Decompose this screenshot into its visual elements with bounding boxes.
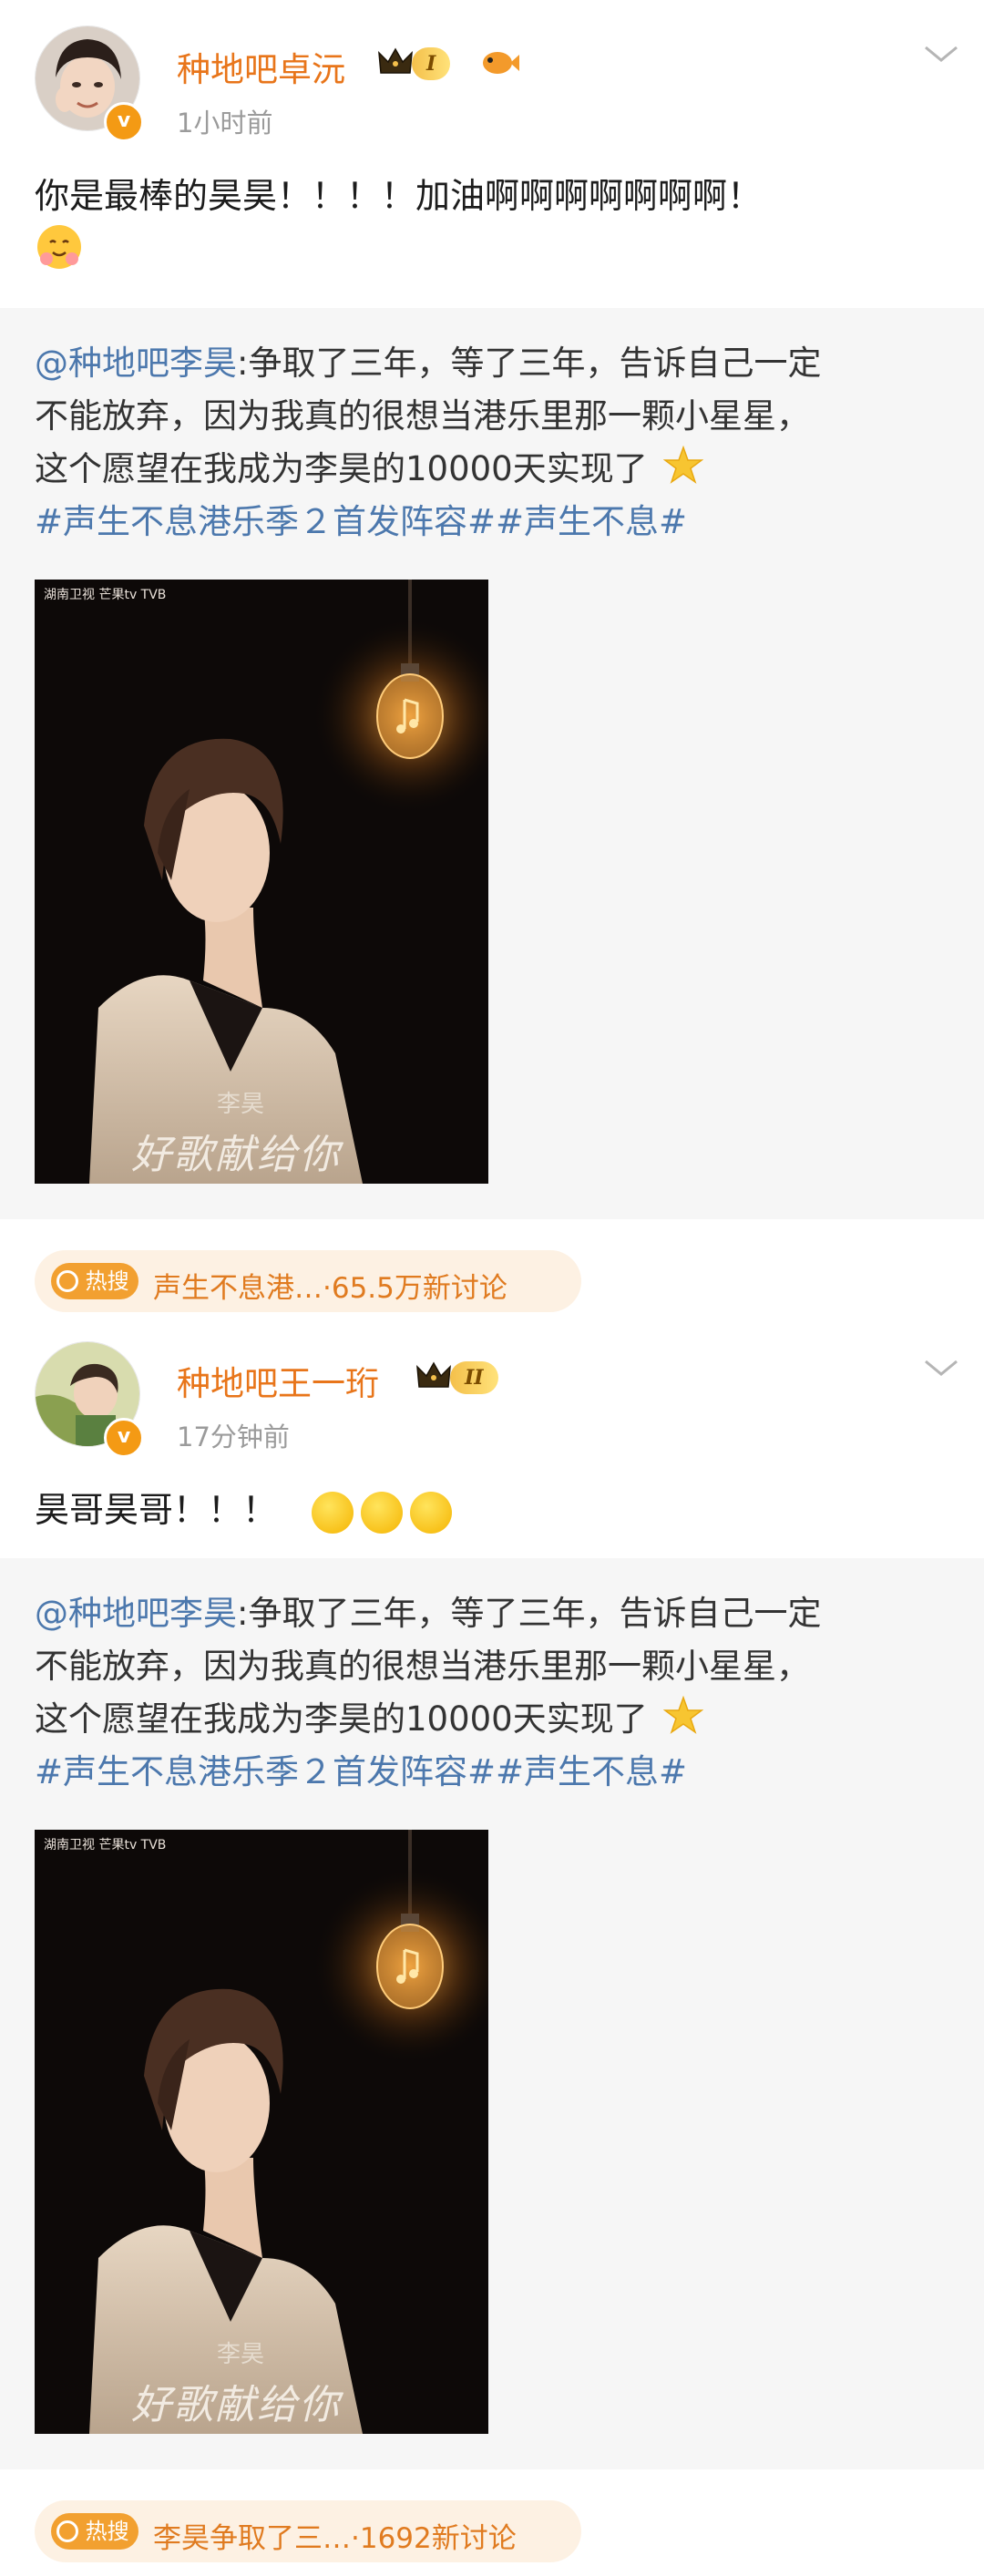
post-text-content: 你是最棒的昊昊！！！！加油啊啊啊啊啊啊啊！: [35, 176, 763, 216]
post-text-content: 昊哥昊哥！！！: [35, 1490, 278, 1530]
repost-card[interactable]: @种地吧李昊:争取了三年，等了三年，告诉自己一定 不能放弃，因为我真的很想当港乐…: [0, 1558, 984, 2469]
weibo-post-1: v 种地吧卓沅 I 1小时前 你是最棒的昊昊！！！！加油啊啊啊啊啊啊啊！ @种地…: [0, 0, 984, 1312]
poster-slogan: 好歌献给你: [131, 2382, 341, 2428]
hot-search-text: 声生不息港…·65.5万新讨论: [153, 1272, 507, 1305]
hashtag-links[interactable]: #声生不息港乐季２首发阵容##声生不息#: [35, 1744, 687, 1793]
user-level-badge: II: [450, 1361, 498, 1394]
repost-line-3: 这个愿望在我成为李昊的10000天实现了: [35, 1691, 704, 1740]
post-text: 你是最棒的昊昊！！！！加油啊啊啊啊啊啊啊！: [35, 168, 762, 218]
poster-channel-logos: 湖南卫视 芒果tv TVB: [44, 588, 167, 602]
poster-image[interactable]: 湖南卫视 芒果tv TVB 李昊 好歌献给你: [35, 580, 488, 1184]
hot-search-text: 李昊争取了三…·1692新讨论: [153, 2522, 517, 2555]
post-timestamp: 17分钟前: [177, 1421, 290, 1452]
repost-text-3: 这个愿望在我成为李昊的10000天实现了: [35, 1699, 648, 1739]
repost-line-3: 这个愿望在我成为李昊的10000天实现了: [35, 441, 704, 490]
weibo-post-2: v 种地吧王一珩 II 17分钟前 昊哥昊哥！！！ @种地吧李昊:争取了三年，等…: [0, 1332, 984, 2576]
hot-search-badge-label: 热搜: [85, 1268, 129, 1294]
repost-line-2: 不能放弃，因为我真的很想当港乐里那一颗小星星，: [35, 396, 810, 436]
chevron-down-icon[interactable]: [922, 1356, 960, 1380]
verified-badge-icon: v: [104, 1418, 144, 1458]
repost-line-2: 不能放弃，因为我真的很想当港乐里那一颗小星星，: [35, 1647, 810, 1686]
poster-name: 李昊: [217, 1091, 265, 1118]
username[interactable]: 种地吧卓沅: [177, 42, 345, 91]
crown-icon: [378, 47, 413, 74]
repost-text-1: :争取了三年，等了三年，告诉自己一定: [237, 344, 822, 383]
heart-face-emoji-icon: [361, 1491, 404, 1534]
heart-face-emoji-icon: [410, 1491, 453, 1534]
hashtag-links[interactable]: #声生不息港乐季２首发阵容##声生不息#: [35, 494, 687, 543]
repost-text-1: :争取了三年，等了三年，告诉自己一定: [237, 1594, 822, 1633]
user-level-badge: I: [412, 47, 451, 80]
hot-search-badge: 热搜: [51, 1263, 138, 1299]
sparkle-star-icon: [663, 1695, 704, 1734]
sparkle-star-icon: [663, 445, 704, 484]
fish-emblem-icon: [483, 52, 519, 74]
mention-link[interactable]: @种地吧李昊: [35, 344, 237, 383]
post-timestamp: 1小时前: [177, 108, 273, 139]
mention-link[interactable]: @种地吧李昊: [35, 1594, 237, 1633]
chevron-down-icon[interactable]: [922, 42, 960, 66]
poster-channel-logos: 湖南卫视 芒果tv TVB: [44, 1838, 167, 1852]
repost-line-1: @种地吧李昊:争取了三年，等了三年，告诉自己一定: [35, 1586, 821, 1635]
hot-search-badge-label: 热搜: [85, 2519, 129, 2544]
hug-emoji-icon: [37, 225, 81, 269]
hot-search-icon: [56, 2520, 78, 2542]
hot-search-chip[interactable]: 热搜 李昊争取了三…·1692新讨论: [35, 2500, 581, 2562]
poster-image[interactable]: 湖南卫视 芒果tv TVB 李昊 好歌献给你: [35, 1830, 488, 2434]
verified-badge-icon: v: [104, 102, 144, 142]
hot-search-chip[interactable]: 热搜 声生不息港…·65.5万新讨论: [35, 1250, 581, 1312]
hot-search-icon: [56, 1270, 78, 1292]
hot-search-badge: 热搜: [51, 2513, 138, 2550]
repost-card[interactable]: @种地吧李昊:争取了三年，等了三年，告诉自己一定 不能放弃，因为我真的很想当港乐…: [0, 308, 984, 1219]
heart-face-emoji-icon: [312, 1491, 354, 1534]
repost-text-3: 这个愿望在我成为李昊的10000天实现了: [35, 449, 648, 488]
crown-icon: [416, 1361, 451, 1388]
username[interactable]: 种地吧王一珩: [177, 1356, 379, 1405]
poster-slogan: 好歌献给你: [131, 1132, 341, 1178]
repost-line-1: @种地吧李昊:争取了三年，等了三年，告诉自己一定: [35, 335, 821, 385]
poster-name: 李昊: [217, 2341, 265, 2368]
post-text: 昊哥昊哥！！！: [35, 1482, 459, 1534]
